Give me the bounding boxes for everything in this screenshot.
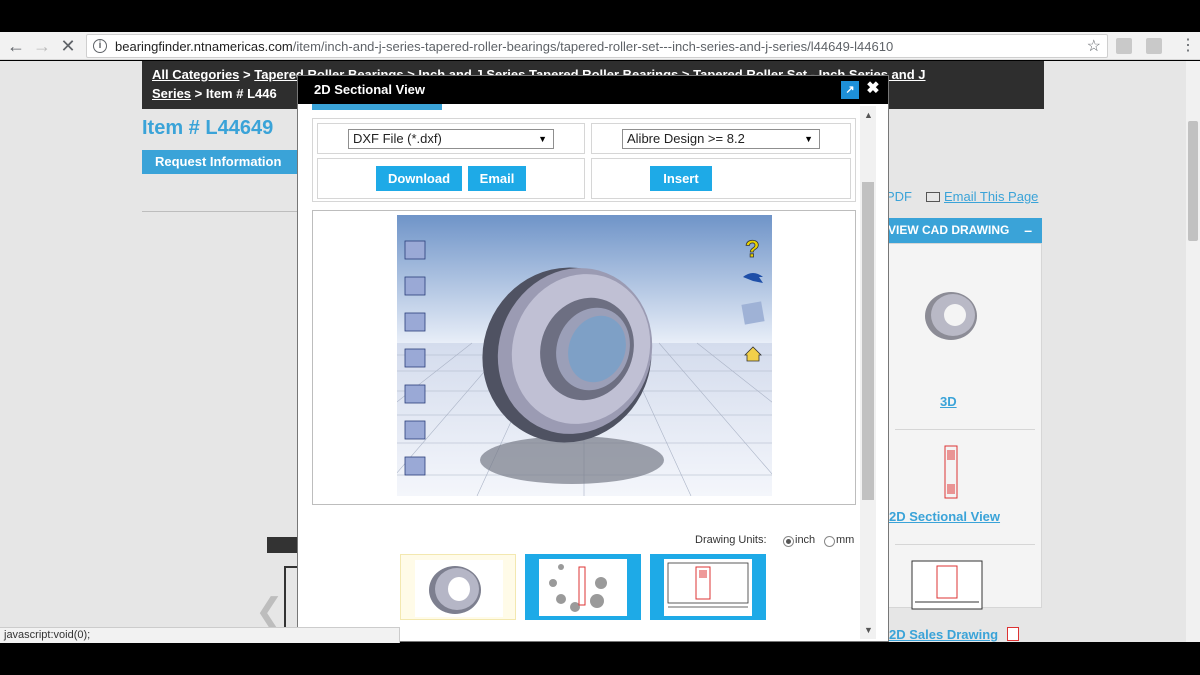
3d-viewer[interactable]: ? bbox=[397, 215, 772, 496]
info-icon[interactable]: i bbox=[93, 39, 107, 53]
dialog-title: 2D Sectional View bbox=[314, 82, 426, 97]
cad-3d-link[interactable]: 3D bbox=[940, 394, 957, 409]
page: All Categories > Tapered Roller Bearings… bbox=[0, 61, 1200, 642]
divider bbox=[895, 544, 1035, 545]
unit-inch-radio[interactable] bbox=[783, 536, 794, 547]
extension-icon[interactable] bbox=[1116, 38, 1132, 54]
view-back-icon[interactable] bbox=[404, 384, 426, 404]
page-scrollbar[interactable] bbox=[1186, 61, 1200, 642]
bearing-3d-thumbnail bbox=[415, 560, 503, 617]
divider bbox=[142, 211, 302, 212]
file-format-select[interactable]: DXF File (*.dxf) ▼ bbox=[348, 129, 554, 149]
viewer-frame: ? bbox=[312, 210, 856, 505]
status-bar: javascript:void(0); bbox=[0, 627, 400, 643]
export-options: DXF File (*.dxf) ▼ Alibre Design >= 8.2 ▼ … bbox=[312, 118, 856, 202]
scroll-down-icon[interactable]: ▼ bbox=[864, 625, 873, 635]
cad-drawing-header[interactable]: VIEW CAD DRAWING – bbox=[886, 218, 1042, 243]
bearing-3d-thumbnail[interactable] bbox=[921, 284, 981, 344]
cad-2d-sectional-link[interactable]: 2D Sectional View bbox=[889, 509, 1000, 524]
page-decoration bbox=[267, 537, 297, 553]
insert-button[interactable]: Insert bbox=[650, 166, 712, 191]
email-button[interactable]: Email bbox=[468, 166, 526, 191]
address-bar[interactable]: i bearingfinder.ntnamericas.com/item/inc… bbox=[86, 34, 1108, 58]
divider bbox=[895, 429, 1035, 430]
email-page-link[interactable]: Email This Page bbox=[944, 189, 1038, 204]
close-icon[interactable]: ✖ bbox=[864, 78, 882, 100]
back-arrow-icon[interactable]: ← bbox=[6, 36, 26, 56]
browser-toolbar: ← → ✕ i bearingfinder.ntnamericas.com/it… bbox=[0, 32, 1200, 60]
menu-icon[interactable]: ⋮ bbox=[1180, 36, 1196, 56]
actions-cell: Download Email bbox=[317, 158, 585, 199]
screen: ← → ✕ i bearingfinder.ntnamericas.com/it… bbox=[0, 0, 1200, 675]
view-top-icon[interactable] bbox=[404, 312, 426, 332]
view-bottom-icon[interactable] bbox=[404, 348, 426, 368]
view-rotate-icon[interactable] bbox=[404, 456, 426, 476]
star-icon[interactable]: ☆ bbox=[1087, 36, 1101, 56]
cad-panel: 3D 2D Sectional View 2D Sales Drawing bbox=[886, 243, 1042, 642]
scroll-up-icon[interactable]: ▲ bbox=[864, 110, 873, 120]
forward-arrow-icon[interactable]: → bbox=[32, 36, 52, 56]
page-title: Item # L44649 bbox=[142, 117, 274, 139]
cad-sales-drawing-link[interactable]: 2D Sales Drawing bbox=[889, 627, 998, 642]
bearing-2d-thumbnail[interactable] bbox=[941, 444, 961, 500]
extension-icon[interactable] bbox=[1146, 38, 1162, 54]
pdf-icon[interactable] bbox=[1007, 627, 1019, 641]
breadcrumb-series[interactable]: Series bbox=[152, 86, 191, 101]
thumbnail-2d-drawing[interactable] bbox=[650, 554, 766, 620]
envelope-icon[interactable] bbox=[926, 192, 940, 202]
cad-software-select[interactable]: Alibre Design >= 8.2 ▼ bbox=[622, 129, 820, 149]
2d-drawing-thumbnail bbox=[664, 559, 752, 616]
view-iso-icon[interactable] bbox=[404, 420, 426, 440]
sales-drawing-thumbnail[interactable] bbox=[911, 560, 983, 610]
cube-icon[interactable] bbox=[741, 301, 765, 325]
download-button[interactable]: Download bbox=[376, 166, 462, 191]
stop-icon[interactable]: ✕ bbox=[58, 36, 78, 56]
dialog-scrollbar[interactable]: ▲ ▼ bbox=[860, 106, 876, 639]
tab-indicator bbox=[312, 104, 442, 110]
help-icon[interactable]: ? bbox=[745, 236, 760, 264]
format-cell: DXF File (*.dxf) ▼ bbox=[317, 123, 585, 154]
collapse-icon[interactable]: – bbox=[1024, 218, 1032, 243]
sectional-view-dialog: 2D Sectional View ↗ ✖ DXF File (*.dxf) ▼ … bbox=[297, 75, 889, 642]
view-side-icon[interactable] bbox=[404, 276, 426, 296]
url-text[interactable]: bearingfinder.ntnamericas.com/item/inch-… bbox=[115, 39, 893, 54]
scroll-thumb[interactable] bbox=[1188, 121, 1198, 241]
thumbnail-3d[interactable] bbox=[400, 554, 516, 620]
shadow bbox=[480, 436, 664, 484]
unit-mm-label: mm bbox=[836, 534, 855, 546]
view-front-icon[interactable] bbox=[404, 240, 426, 260]
dropdown-arrow-icon: ▼ bbox=[804, 134, 813, 144]
scroll-thumb[interactable] bbox=[862, 182, 874, 500]
breadcrumb-current: Item # L446 bbox=[205, 86, 277, 101]
software-cell: Alibre Design >= 8.2 ▼ bbox=[591, 123, 851, 154]
thumbnail-exploded[interactable] bbox=[525, 554, 641, 620]
dialog-header: 2D Sectional View ↗ ✖ bbox=[298, 76, 888, 104]
dropdown-arrow-icon: ▼ bbox=[538, 134, 547, 144]
request-information-button[interactable]: Request Information bbox=[142, 150, 302, 174]
popout-icon[interactable]: ↗ bbox=[841, 81, 859, 99]
exploded-view-thumbnail bbox=[539, 559, 627, 616]
pdf-link[interactable]: PDF bbox=[886, 189, 912, 204]
insert-cell: Insert bbox=[591, 158, 851, 199]
dialog-body: DXF File (*.dxf) ▼ Alibre Design >= 8.2 ▼ … bbox=[298, 104, 872, 641]
unit-mm-radio[interactable] bbox=[824, 536, 835, 547]
breadcrumb-all-categories[interactable]: All Categories bbox=[152, 67, 239, 82]
carousel-prev-icon[interactable]: ❮ bbox=[255, 591, 284, 631]
drawing-units-label: Drawing Units: bbox=[695, 534, 767, 546]
unit-inch-label: inch bbox=[795, 534, 816, 546]
